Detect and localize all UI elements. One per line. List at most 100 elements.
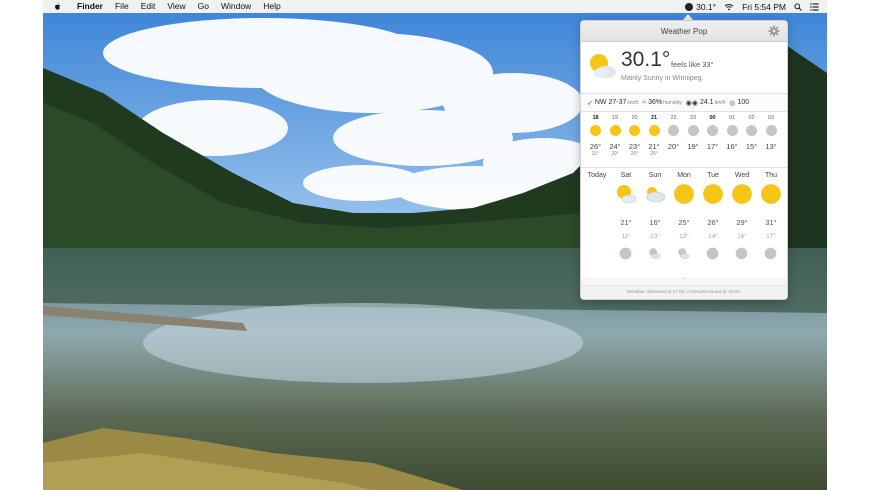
sun-icon <box>760 183 782 205</box>
hourly-item: 00 17° <box>703 115 722 151</box>
hour-label: 02 <box>748 115 755 121</box>
hourly-item: 02 15° <box>742 115 761 151</box>
observation-footer: Weather observed at 17:00, Forecast issu… <box>581 285 787 299</box>
hourly-item: 18 26° 31° <box>586 115 605 157</box>
sun-icon <box>609 125 621 136</box>
daily-forecast: Today Sat 21° 11° Sun 16° 13° Mon 25° 12… <box>581 168 787 278</box>
hour-label: 23 <box>689 115 697 121</box>
daily-item: Thu 31° 17° <box>758 172 784 260</box>
cloud-icon <box>644 183 666 205</box>
daily-item: Mon 25° 12° <box>671 172 697 259</box>
day-high: 29° <box>736 218 748 227</box>
daily-item: Sat 21° 11° <box>613 172 639 260</box>
weather-stats-row: ➶ NW 27-37 km/h ≈ 36% humidity ◉◉ 24.1 k… <box>581 94 787 112</box>
hour-temperature: 23° <box>628 142 641 151</box>
hour-label: 20 <box>631 115 638 121</box>
sun-icon <box>629 125 640 136</box>
night-low: 11° <box>621 233 631 240</box>
day-label: Today <box>587 172 607 179</box>
day-label: Thu <box>764 172 778 179</box>
current-conditions: 30.1° feels like 33° Mainly Sunny in Win… <box>581 42 787 94</box>
day-high: 26° <box>707 218 719 227</box>
hour-temperature: 13° <box>765 142 777 151</box>
hour-temperature: 26° <box>589 142 602 151</box>
apple-menu-icon[interactable] <box>53 2 63 11</box>
hour-temperature: 19° <box>687 142 699 151</box>
notification-center-icon[interactable] <box>810 2 819 11</box>
moon-icon <box>687 125 699 136</box>
hour-temperature: 20° <box>667 142 680 151</box>
sun-icon <box>702 183 724 205</box>
day-label: Sun <box>648 172 662 179</box>
menu-window[interactable]: Window <box>221 0 251 13</box>
menu-edit[interactable]: Edit <box>141 0 156 13</box>
night-low: 14° <box>708 233 718 240</box>
day-high: 25° <box>678 218 690 227</box>
hour-temperature: 15° <box>745 142 758 151</box>
moon-icon <box>735 247 748 260</box>
hour-feels-like: 26° <box>650 151 658 157</box>
moon-icon <box>726 125 738 136</box>
night-low: 13° <box>650 233 660 240</box>
hourly-item: 20 23° 26° <box>625 115 644 157</box>
wind-unit: km/h <box>627 99 639 106</box>
humidity-value: 36% <box>648 99 663 106</box>
hourly-forecast: 18 26° 31° 19 24° 29° 20 23° 26° 21 21° … <box>581 112 787 168</box>
moon-icon <box>706 247 719 260</box>
wind-icon: ➶ <box>587 99 593 107</box>
sun-cloud-icon <box>615 183 637 205</box>
pressure-icon: ◍ <box>729 99 736 107</box>
hour-label: 03 <box>767 115 775 121</box>
hourly-item: 21 21° 26° <box>645 115 664 157</box>
menu-file[interactable]: File <box>115 0 129 13</box>
day-label: Wed <box>734 172 750 179</box>
night-low: 16° <box>737 233 747 240</box>
chevron-down-icon[interactable]: ⌄ <box>581 273 787 281</box>
moon-icon <box>746 125 757 136</box>
hour-temperature: 17° <box>706 142 719 151</box>
moon-icon <box>619 247 632 260</box>
night-low: 17° <box>766 233 776 240</box>
status-area: 30.1° Fri 5:54 PM <box>677 0 819 13</box>
moon-cloud-icon <box>677 247 690 260</box>
sun-icon <box>648 125 660 136</box>
menu-app-finder[interactable]: Finder <box>77 0 103 13</box>
hour-label: 01 <box>728 115 736 121</box>
daily-item: Wed 29° 16° <box>729 172 755 260</box>
hour-label: 19 <box>611 115 619 121</box>
current-temperature: 30.1° <box>621 48 671 71</box>
moon-icon <box>764 247 777 260</box>
hour-label: 22 <box>670 115 677 121</box>
gear-icon[interactable] <box>768 25 780 37</box>
weather-status-icon <box>685 2 694 11</box>
humidity-icon: ≈ <box>642 99 647 106</box>
hour-feels-like: 26° <box>630 151 639 157</box>
visibility-unit: km/h <box>714 99 726 106</box>
hourly-item: 19 24° 29° <box>606 115 625 157</box>
hour-feels-like: 31° <box>591 151 600 157</box>
hour-temperature: 16° <box>726 142 738 151</box>
weather-pop-panel: Weather Pop 30.1° feels like 33° Mainly … <box>580 20 788 300</box>
panel-header: Weather Pop <box>581 21 787 42</box>
hour-temperature: 21° <box>648 142 660 151</box>
condition-description: Mainly Sunny in Winnipeg. <box>621 75 704 82</box>
sun-cloud-icon <box>590 54 616 78</box>
sun-icon <box>731 183 753 205</box>
hourly-item: 22 20° <box>664 115 683 151</box>
menu-help[interactable]: Help <box>263 0 280 13</box>
wind-value: NW 27-37 <box>594 99 627 106</box>
moon-cloud-icon <box>648 247 661 260</box>
none-icon <box>590 247 603 260</box>
hour-label: 00 <box>709 115 716 121</box>
menu-go[interactable]: Go <box>198 0 209 13</box>
wifi-icon[interactable] <box>724 3 734 11</box>
visibility-value: 24.1 <box>699 99 714 106</box>
panel-title: Weather Pop <box>660 27 708 36</box>
moon-icon <box>707 125 718 136</box>
menu-view[interactable]: View <box>167 0 185 13</box>
hour-feels-like: 29° <box>611 151 619 157</box>
hourly-item: 03 13° <box>762 115 781 151</box>
weather-pop-status-item[interactable]: 30.1° <box>685 2 716 12</box>
spotlight-search-icon[interactable] <box>794 2 802 11</box>
clock[interactable]: Fri 5:54 PM <box>742 2 786 12</box>
